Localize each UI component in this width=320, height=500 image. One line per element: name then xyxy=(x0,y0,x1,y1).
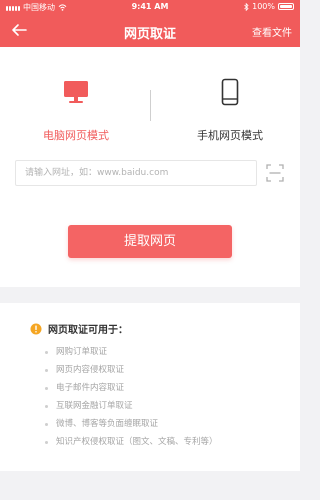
list-item: 互联网金融订单取证 xyxy=(45,397,218,415)
mode-divider xyxy=(150,90,151,121)
battery-icon xyxy=(278,3,294,10)
list-item: 网页内容侵权取证 xyxy=(45,361,218,379)
extract-page-button[interactable]: 提取网页 xyxy=(68,225,232,258)
battery-percent: 100% xyxy=(252,2,275,11)
view-files-button[interactable]: 查看文件 xyxy=(252,24,292,39)
status-right: 100% xyxy=(244,2,294,11)
mode-desktop-label: 电脑网页模式 xyxy=(43,129,109,142)
phone-icon xyxy=(221,78,239,106)
status-bar: 中国移动 9:41 AM 100% xyxy=(0,0,300,14)
list-item: 微博、博客等负面缠眠取证 xyxy=(45,415,218,433)
mode-mobile[interactable]: 手机网页模式 xyxy=(178,77,282,143)
list-item: 网购订单取证 xyxy=(45,343,218,361)
list-item: 电子邮件内容取证 xyxy=(45,379,218,397)
usage-list: 网购订单取证 网页内容侵权取证 电子邮件内容取证 互联网金融订单取证 微博、博客… xyxy=(45,343,218,451)
scan-icon[interactable] xyxy=(266,164,284,182)
mode-mobile-label: 手机网页模式 xyxy=(197,129,263,142)
usage-info-panel: 网页取证可用于： 网购订单取证 网页内容侵权取证 电子邮件内容取证 互联网金融订… xyxy=(0,303,300,471)
bluetooth-icon xyxy=(244,2,249,11)
url-input[interactable] xyxy=(15,160,257,186)
mode-desktop[interactable]: 电脑网页模式 xyxy=(34,77,118,143)
monitor-icon xyxy=(64,81,88,103)
info-icon xyxy=(30,323,42,334)
nav-bar: 网页取证 查看文件 xyxy=(0,14,300,47)
info-title: 网页取证可用于： xyxy=(48,325,128,336)
list-item: 知识产权侵权取证（图文、文稿、专利等） xyxy=(45,433,218,451)
info-header: 网页取证可用于： xyxy=(30,321,128,336)
capture-card: 电脑网页模式 手机网页模式 提取网页 xyxy=(0,47,300,287)
